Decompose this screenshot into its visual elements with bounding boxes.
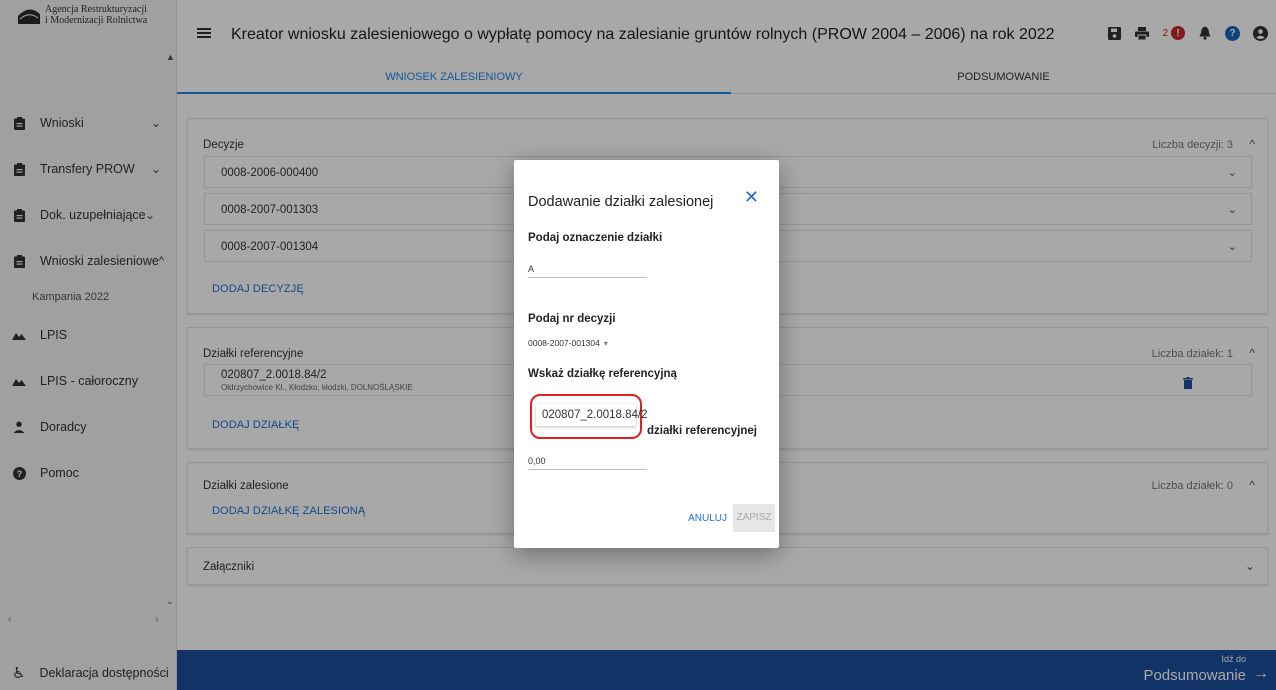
decision-number-label: Podaj nr decyzji <box>528 313 616 325</box>
reference-plot-area-label: działki referencyjnej <box>647 425 757 437</box>
dialog-title: Dodawanie działki zalesionej <box>528 194 714 210</box>
save-button[interactable]: ZAPISZ <box>733 504 775 532</box>
highlight-outline: 020807_2.0018.84/2 <box>530 394 648 439</box>
close-icon[interactable]: ✕ <box>744 187 759 208</box>
decision-number-select[interactable]: 0008-2007-001304 ▾ <box>528 338 608 348</box>
decision-number-value: 0008-2007-001304 <box>528 338 600 348</box>
cancel-button[interactable]: ANULUJ <box>688 513 727 524</box>
caret-down-icon: ▾ <box>603 339 608 348</box>
add-forested-plot-dialog: Dodawanie działki zalesionej ✕ Podaj ozn… <box>514 160 779 548</box>
reference-plot-label: Wskaż działkę referencyjną <box>528 368 677 380</box>
reference-plot-option[interactable]: 020807_2.0018.84/2 <box>536 404 648 426</box>
plot-designation-label: Podaj oznaczenie działki <box>528 232 663 244</box>
dialog-actions: ANULUJ ZAPISZ <box>688 504 775 532</box>
area-input[interactable]: 0,00 <box>528 456 647 470</box>
plot-designation-input[interactable]: A <box>528 264 647 278</box>
